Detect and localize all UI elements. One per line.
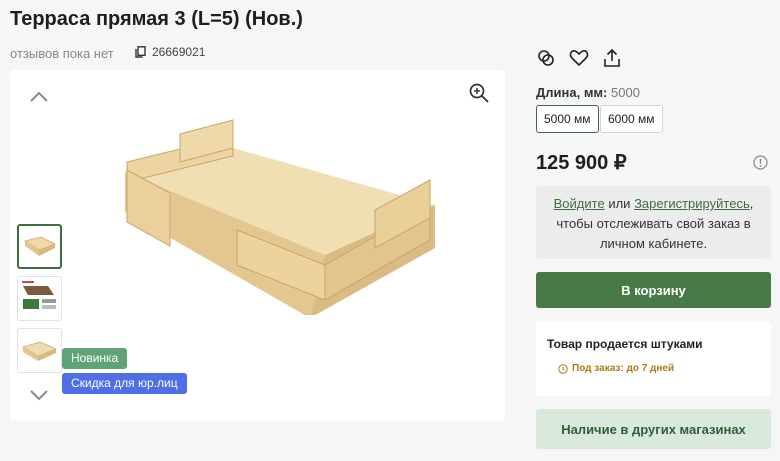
info-icon[interactable] — [753, 155, 768, 170]
option-6000[interactable]: 6000 мм — [600, 105, 663, 133]
copy-icon — [135, 46, 146, 58]
add-to-cart-button[interactable]: В корзину — [536, 272, 771, 308]
product-title: Терраса прямая 3 (L=5) (Нов.) — [10, 8, 303, 30]
order-time-text: Под заказ: до 7 дней — [572, 363, 675, 374]
login-or: или — [608, 196, 631, 211]
product-actions — [536, 48, 622, 68]
order-time: Под заказ: до 7 дней — [558, 363, 674, 374]
zoom-in-icon[interactable] — [468, 82, 490, 104]
sale-info: Товар продается штуками Под заказ: до 7 … — [536, 321, 771, 396]
chevron-down-icon[interactable] — [28, 384, 50, 406]
thumbnail-1[interactable] — [17, 224, 62, 269]
clock-icon — [558, 363, 568, 374]
register-link[interactable]: Зарегистрируйтесь — [634, 196, 750, 211]
chevron-up-icon[interactable] — [28, 86, 50, 108]
terrace-thumb-image-2 — [22, 341, 58, 361]
length-label: Длина, мм: 5000 — [536, 85, 640, 100]
length-title: Длина, мм: — [536, 85, 608, 100]
sku-copy[interactable]: 26669021 — [135, 45, 205, 59]
product-price: 125 900 ₽ — [536, 152, 627, 174]
terrace-product-image — [125, 119, 435, 315]
option-5000[interactable]: 5000 мм — [536, 105, 599, 133]
terrace-thumb-image — [24, 236, 56, 256]
heart-icon[interactable] — [569, 48, 589, 68]
other-stores-button[interactable]: Наличие в других магазинах — [536, 409, 771, 449]
login-prompt: Войдите или Зарегистрируйтесь, чтобы отс… — [536, 186, 771, 259]
reviews-link[interactable]: отзывов пока нет — [10, 46, 114, 61]
login-link[interactable]: Войдите — [554, 196, 605, 211]
scheme-thumb-image — [22, 281, 56, 309]
sku-number: 26669021 — [152, 45, 206, 59]
thumbnail-2[interactable] — [17, 276, 62, 321]
share-icon[interactable] — [602, 48, 622, 68]
product-gallery: Новинка Скидка для юр.лиц — [10, 70, 505, 421]
badge-discount: Скидка для юр.лиц — [62, 373, 187, 394]
sale-title: Товар продается штуками — [547, 337, 703, 351]
thumbnail-3[interactable] — [17, 328, 62, 373]
badge-new: Новинка — [62, 348, 128, 369]
compare-icon[interactable] — [536, 48, 556, 68]
length-value: 5000 — [611, 85, 640, 100]
